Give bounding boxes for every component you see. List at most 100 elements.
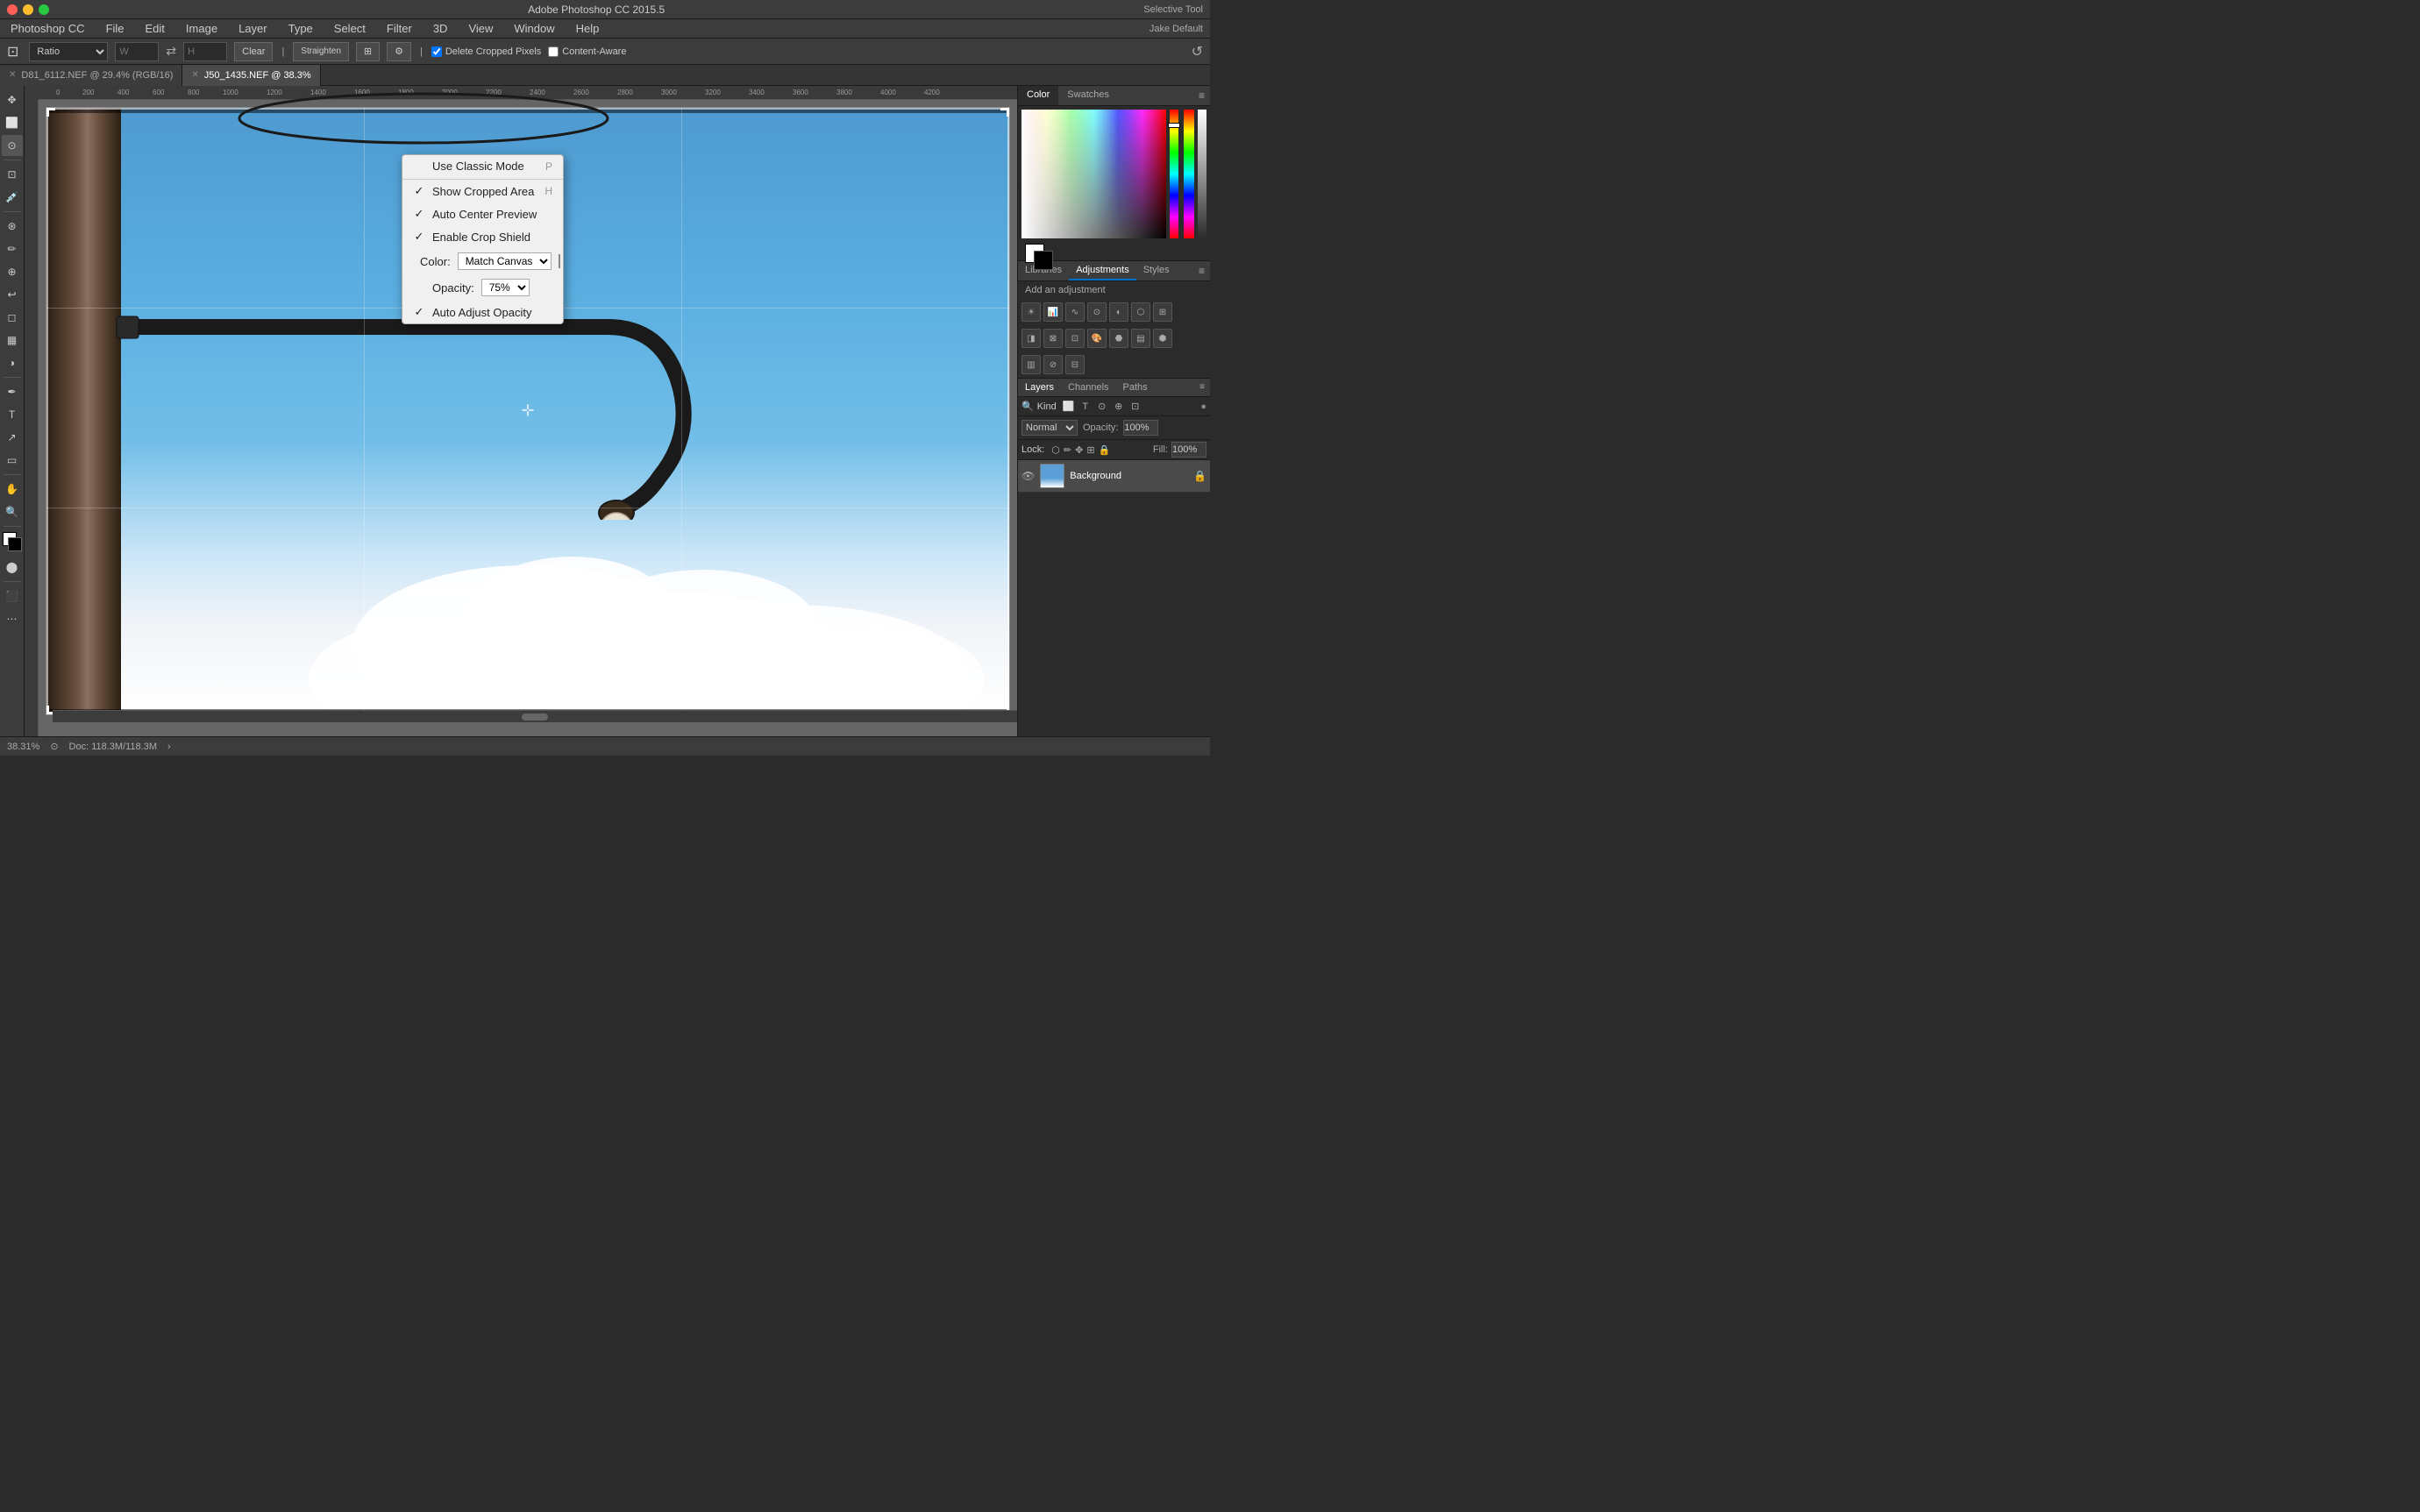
pen-tool[interactable]: ✒ xyxy=(2,381,23,402)
adj-exposure[interactable]: ⊙ xyxy=(1087,302,1107,322)
move-tool[interactable]: ✥ xyxy=(2,89,23,110)
color-spectrum-container[interactable] xyxy=(1021,110,1166,238)
dropdown-enable-crop-shield[interactable]: ✓ Enable Crop Shield xyxy=(402,225,563,248)
swap-icon[interactable]: ⇄ xyxy=(166,44,176,59)
hue-slider[interactable] xyxy=(1170,110,1178,238)
ratio-select[interactable]: Ratio xyxy=(29,42,108,61)
crop-handle-tl[interactable] xyxy=(46,108,55,117)
menu-view[interactable]: View xyxy=(465,22,496,35)
menu-file[interactable]: File xyxy=(103,22,128,35)
lock-all[interactable]: 🔒 xyxy=(1099,444,1111,456)
dropdown-use-classic[interactable]: Use Classic Mode P xyxy=(402,155,563,177)
layers-filter-toggle[interactable]: ● xyxy=(1200,401,1206,412)
tab-1-close[interactable]: ✕ xyxy=(9,70,16,80)
scroll-bottom[interactable] xyxy=(53,710,1017,722)
filter-adj[interactable]: ⊕ xyxy=(1112,401,1126,412)
dodge-tool[interactable]: ◑ xyxy=(2,352,23,373)
adj-gradient-map[interactable]: ▥ xyxy=(1021,355,1041,374)
ratio-width-input[interactable] xyxy=(115,42,159,61)
menu-layer[interactable]: Layer xyxy=(235,22,271,35)
tab-2-close[interactable]: ✕ xyxy=(191,70,198,80)
color-swatch-preview[interactable] xyxy=(559,254,560,268)
blend-mode-select[interactable]: Normal Dissolve Multiply xyxy=(1021,420,1078,436)
type-tool[interactable]: T xyxy=(2,404,23,425)
close-btn[interactable] xyxy=(7,4,18,15)
delete-cropped-checkbox[interactable] xyxy=(431,46,442,57)
quick-mask[interactable]: ⬤ xyxy=(2,557,23,578)
bg-color-swatch[interactable] xyxy=(1034,251,1053,270)
adj-levels[interactable]: 📊 xyxy=(1043,302,1063,322)
filter-text[interactable]: T xyxy=(1078,401,1093,412)
gradient-tool[interactable]: ▦ xyxy=(2,330,23,351)
layers-tab-layers[interactable]: Layers xyxy=(1018,379,1061,396)
filter-smart[interactable]: ⊡ xyxy=(1128,401,1142,412)
lock-position[interactable]: ✥ xyxy=(1075,444,1083,456)
layers-expand-btn[interactable]: ≡ xyxy=(1194,379,1210,396)
layers-tab-paths[interactable]: Paths xyxy=(1116,379,1155,396)
color-spectrum[interactable] xyxy=(1021,110,1166,238)
brush-tool[interactable]: ✏ xyxy=(2,238,23,259)
fg-bg-swatches-panel[interactable] xyxy=(1025,244,1055,270)
lasso-tool[interactable]: ⊙ xyxy=(2,135,23,156)
settings-button[interactable]: ⚙ xyxy=(387,42,411,61)
layer-visibility[interactable]: 👁 xyxy=(1021,470,1035,482)
stamp-tool[interactable]: ⊕ xyxy=(2,261,23,282)
eyedropper-tool[interactable]: 💉 xyxy=(2,187,23,208)
menu-type[interactable]: Type xyxy=(285,22,317,35)
tab-2[interactable]: ✕ J50_1435.NEF @ 38.3% xyxy=(182,65,320,86)
reset-icon[interactable]: ↺ xyxy=(1192,43,1203,60)
tab-1[interactable]: ✕ D81_6112.NEF @ 29.4% (RGB/16) xyxy=(0,65,182,86)
path-select[interactable]: ↗ xyxy=(2,427,23,448)
adj-bw[interactable]: ◨ xyxy=(1021,329,1041,348)
history-brush[interactable]: ↩ xyxy=(2,284,23,305)
adj-invert[interactable]: ⬣ xyxy=(1109,329,1128,348)
scroll-thumb-h[interactable] xyxy=(522,713,548,721)
adj-tab-styles[interactable]: Styles xyxy=(1136,261,1177,280)
clear-button[interactable]: Clear xyxy=(234,42,273,61)
adj-tab-adjustments[interactable]: Adjustments xyxy=(1069,261,1136,280)
tab-swatches[interactable]: Swatches xyxy=(1058,86,1118,105)
menu-edit[interactable]: Edit xyxy=(142,22,168,35)
eraser-tool[interactable]: ◻ xyxy=(2,307,23,328)
dropdown-auto-adjust[interactable]: ✓ Auto Adjust Opacity xyxy=(402,301,563,323)
opacity-select[interactable]: 75% 25% 50% 100% xyxy=(481,279,530,296)
layers-tab-channels[interactable]: Channels xyxy=(1061,379,1115,396)
healing-tool[interactable]: ⊛ xyxy=(2,216,23,237)
adj-colorbalance[interactable]: ⊞ xyxy=(1153,302,1172,322)
arrow-right[interactable]: › xyxy=(167,742,171,752)
menu-3d[interactable]: 3D xyxy=(430,22,452,35)
adj-panel-expand[interactable]: ≡ xyxy=(1193,261,1210,280)
minimize-btn[interactable] xyxy=(23,4,33,15)
content-aware-checkbox[interactable] xyxy=(548,46,559,57)
layer-row-background[interactable]: 👁 Background 🔒 xyxy=(1018,460,1210,493)
hand-tool[interactable]: ✋ xyxy=(2,479,23,500)
adj-selective-color[interactable]: ⊘ xyxy=(1043,355,1063,374)
crop-tool[interactable]: ⊡ xyxy=(2,164,23,185)
adj-brightness[interactable]: ☀ xyxy=(1021,302,1041,322)
bg-swatch[interactable] xyxy=(8,537,22,551)
fill-input[interactable] xyxy=(1171,442,1206,458)
adj-photofilter[interactable]: ⊠ xyxy=(1043,329,1063,348)
menu-help[interactable]: Help xyxy=(573,22,603,35)
filter-pixel[interactable]: ⬜ xyxy=(1062,401,1076,412)
color-rainbow-strip[interactable] xyxy=(1184,110,1194,238)
menu-select[interactable]: Select xyxy=(331,22,369,35)
adj-hue[interactable]: ⬡ xyxy=(1131,302,1150,322)
more-tools[interactable]: ⋯ xyxy=(2,608,23,629)
lock-transparent[interactable]: ⬡ xyxy=(1051,444,1060,456)
grid-button[interactable]: ⊞ xyxy=(356,42,380,61)
menu-image[interactable]: Image xyxy=(182,22,221,35)
tab-color[interactable]: Color xyxy=(1018,86,1058,105)
opacity-input[interactable] xyxy=(1123,420,1158,436)
zoom-tool[interactable]: 🔍 xyxy=(2,501,23,522)
screen-mode[interactable]: ⬛ xyxy=(2,586,23,607)
adj-vibrance[interactable]: ◐ xyxy=(1109,302,1128,322)
color-panel-expand[interactable]: ≡ xyxy=(1193,86,1210,105)
straighten-button[interactable]: Straighten xyxy=(293,42,349,61)
adj-colorlookup[interactable]: 🎨 xyxy=(1087,329,1107,348)
filter-path[interactable]: ⊙ xyxy=(1095,401,1109,412)
lock-image[interactable]: ✏ xyxy=(1064,444,1071,456)
menu-filter[interactable]: Filter xyxy=(383,22,416,35)
dropdown-auto-center[interactable]: ✓ Auto Center Preview xyxy=(402,202,563,225)
lock-artboard[interactable]: ⊞ xyxy=(1086,444,1094,456)
